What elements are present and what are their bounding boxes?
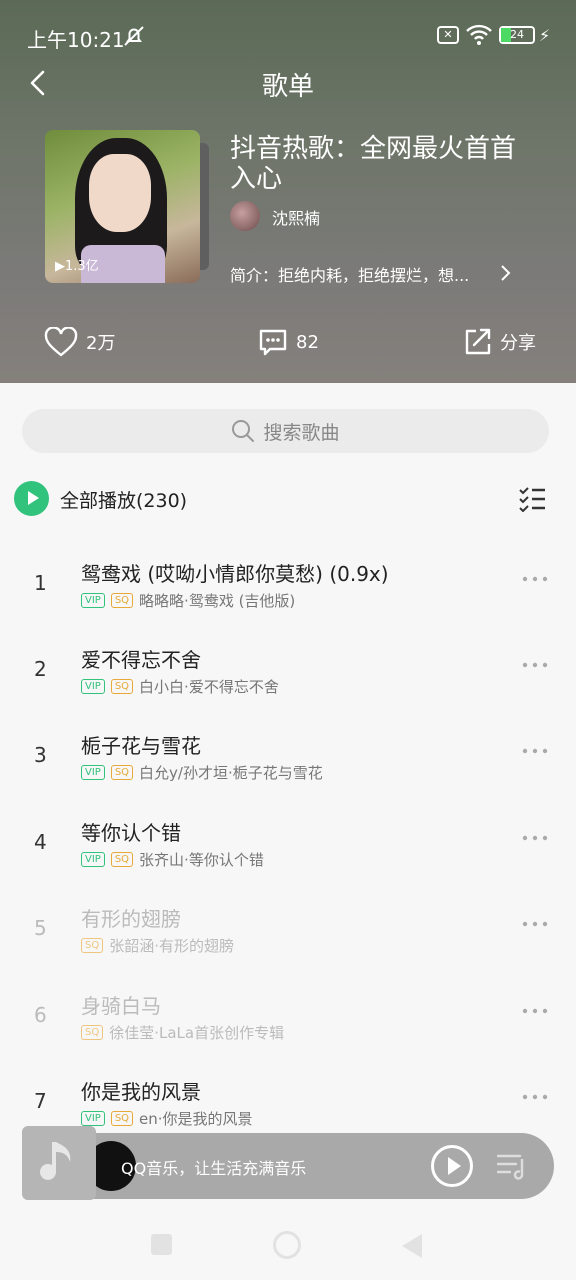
creator-name[interactable]: 沈熙楠 — [272, 205, 320, 229]
song-title: 你是我的风景 — [81, 1080, 201, 1104]
song-meta: VIP SQ en·你是我的风景 — [81, 1108, 253, 1129]
song-meta: VIP SQ 白允y/孙才垣·栀子花与雪花 — [81, 762, 323, 783]
wifi-icon — [466, 24, 492, 45]
status-bar: 上午10:21 ✕ 24 ⚡ — [0, 0, 576, 70]
share-label: 分享 — [500, 333, 536, 354]
nav-home-button[interactable] — [273, 1231, 301, 1259]
more-icon[interactable] — [522, 576, 548, 582]
search-input[interactable]: 搜索歌曲 — [22, 409, 549, 453]
share-button[interactable]: 分享 — [462, 325, 536, 359]
sq-badge: SQ — [81, 938, 104, 953]
song-title: 栀子花与雪花 — [81, 734, 201, 758]
vip-badge: VIP — [81, 765, 105, 780]
play-button[interactable] — [431, 1145, 473, 1187]
more-icon[interactable] — [522, 921, 548, 927]
song-meta: VIP SQ 张齐山·等你认个错 — [81, 849, 264, 870]
song-index: 6 — [34, 1003, 47, 1027]
playlist-header: 上午10:21 ✕ 24 ⚡ 歌单 ▶1.3亿 抖音热歌：全网最火首首入心 沈熙… — [0, 0, 576, 383]
multi-select-icon[interactable] — [518, 486, 546, 512]
song-meta: VIP SQ 白小白·爱不得忘不舍 — [81, 676, 279, 697]
playlist-title: 抖音热歌：全网最火首首入心 — [230, 134, 517, 194]
song-subtitle: 徐佳莹·LaLa首张创作专辑 — [109, 1024, 285, 1042]
vip-badge: VIP — [81, 852, 105, 867]
search-placeholder: 搜索歌曲 — [263, 421, 340, 444]
more-icon[interactable] — [522, 1094, 548, 1100]
comment-icon — [259, 329, 287, 356]
sq-badge: SQ — [110, 1111, 134, 1126]
player-text: QQ音乐，让生活充满音乐 — [121, 1159, 307, 1178]
song-row[interactable]: 4 等你认个错 VIP SQ 张齐山·等你认个错 — [0, 803, 576, 889]
sq-badge: SQ — [110, 593, 134, 608]
sq-badge: SQ — [110, 852, 134, 867]
song-index: 7 — [34, 1089, 47, 1113]
play-count-value: 1.3亿 — [65, 259, 99, 274]
song-subtitle: 略略略·鸳鸯戏 (吉他版) — [139, 592, 296, 610]
song-title: 爱不得忘不舍 — [81, 648, 201, 672]
page-title: 歌单 — [261, 72, 314, 102]
no-sim-icon: ✕ — [437, 26, 459, 44]
sq-badge: SQ — [81, 1025, 104, 1040]
song-title: 等你认个错 — [81, 821, 181, 845]
song-subtitle: 白允y/孙才垣·栀子花与雪花 — [139, 764, 323, 782]
song-subtitle: 张韶涵·有形的翅膀 — [109, 937, 234, 955]
more-icon[interactable] — [522, 1008, 548, 1014]
playlist-cover[interactable]: ▶1.3亿 — [45, 130, 200, 283]
charging-icon: ⚡ — [539, 26, 551, 45]
song-title: 鸳鸯戏 (哎呦小情郎你莫愁) (0.9x) — [81, 562, 389, 586]
song-row[interactable]: 2 爱不得忘不舍 VIP SQ 白小白·爱不得忘不舍 — [0, 630, 576, 716]
vip-badge: VIP — [81, 679, 105, 694]
play-all-icon[interactable] — [14, 481, 49, 516]
more-icon[interactable] — [522, 662, 548, 668]
search-icon — [232, 420, 255, 442]
like-count: 2万 — [86, 333, 116, 354]
song-title: 有形的翅膀 — [81, 907, 181, 931]
status-time: 上午10:21 — [27, 28, 125, 52]
song-subtitle: en·你是我的风景 — [139, 1110, 253, 1128]
song-index: 5 — [34, 916, 47, 940]
nav-back-button[interactable] — [402, 1234, 422, 1258]
song-index: 3 — [34, 743, 47, 767]
play-all-button[interactable]: 全部播放(230) — [60, 486, 187, 513]
song-row[interactable]: 5 有形的翅膀 SQ 张韶涵·有形的翅膀 — [0, 889, 576, 975]
player-cover[interactable] — [22, 1126, 96, 1200]
like-button[interactable]: 2万 — [44, 325, 115, 359]
mute-bell-icon — [124, 26, 144, 46]
sq-badge: SQ — [110, 765, 134, 780]
vip-badge: VIP — [81, 593, 105, 608]
song-subtitle: 白小白·爱不得忘不舍 — [139, 678, 279, 696]
nav-recents-button[interactable] — [151, 1234, 172, 1255]
creator-avatar[interactable] — [230, 201, 260, 231]
song-meta: SQ 张韶涵·有形的翅膀 — [81, 935, 234, 956]
song-index: 1 — [34, 571, 47, 595]
battery-level: 24 — [510, 28, 524, 41]
song-row[interactable]: 3 栀子花与雪花 VIP SQ 白允y/孙才垣·栀子花与雪花 — [0, 716, 576, 802]
song-meta: SQ 徐佳莹·LaLa首张创作专辑 — [81, 1022, 284, 1043]
song-title: 身骑白马 — [81, 994, 161, 1018]
song-subtitle: 张齐山·等你认个错 — [139, 851, 264, 869]
comment-button[interactable]: 82 — [258, 325, 319, 359]
vip-badge: VIP — [81, 1111, 105, 1126]
song-index: 2 — [34, 657, 47, 681]
mini-player[interactable]: QQ音乐，让生活充满音乐 — [22, 1133, 554, 1199]
song-index: 4 — [34, 830, 47, 854]
sq-badge: SQ — [110, 679, 134, 694]
playlist-intro[interactable]: 简介：拒绝内耗，拒绝摆烂，想... — [230, 262, 469, 286]
playlist-queue-icon[interactable] — [496, 1151, 530, 1181]
chevron-right-icon[interactable] — [498, 264, 512, 282]
share-icon — [465, 328, 491, 355]
song-row[interactable]: 1 鸳鸯戏 (哎呦小情郎你莫愁) (0.9x) VIP SQ 略略略·鸳鸯戏 (… — [0, 544, 576, 630]
play-count: ▶1.3亿 — [55, 259, 99, 274]
song-row[interactable]: 6 身骑白马 SQ 徐佳莹·LaLa首张创作专辑 — [0, 976, 576, 1062]
heart-icon — [44, 327, 78, 357]
more-icon[interactable] — [522, 748, 548, 754]
music-note-icon — [40, 1142, 71, 1180]
comment-count: 82 — [296, 331, 319, 353]
more-icon[interactable] — [522, 835, 548, 841]
battery-icon: 24 — [499, 26, 535, 44]
song-meta: VIP SQ 略略略·鸳鸯戏 (吉他版) — [81, 590, 295, 611]
